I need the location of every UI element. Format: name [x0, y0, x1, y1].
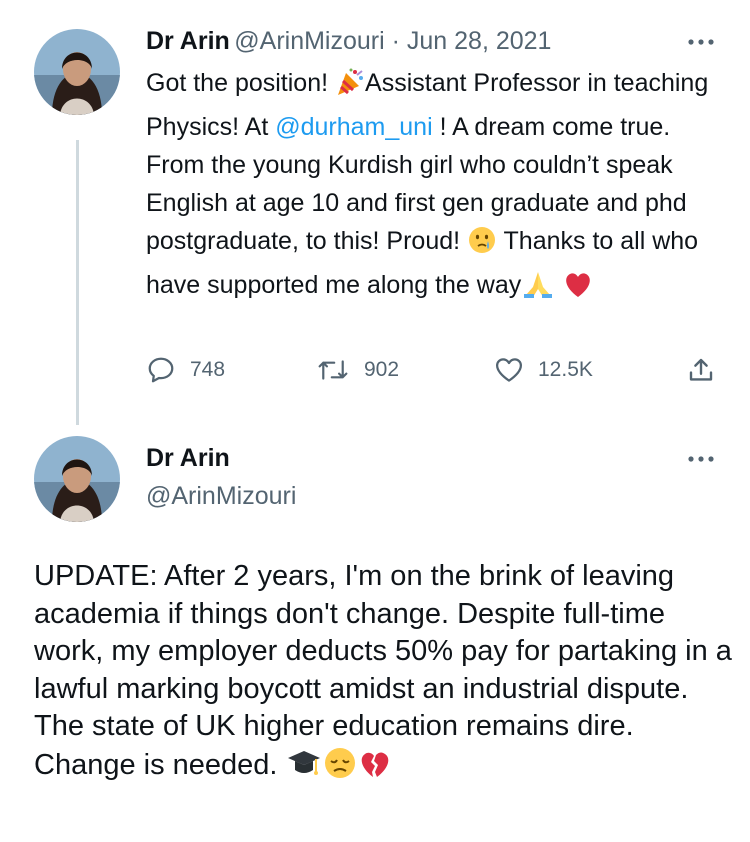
share-button[interactable] — [686, 355, 716, 385]
tweet-date[interactable]: Jun 28, 2021 — [407, 27, 552, 55]
reply-icon — [148, 357, 174, 383]
like-button[interactable]: 12.5K — [494, 355, 593, 385]
like-count: 12.5K — [538, 358, 593, 381]
author-handle[interactable]: @ArinMizouri — [234, 27, 384, 55]
tweet-text: Got the position! Assistant Professor in… — [146, 64, 726, 310]
avatar[interactable] — [34, 29, 120, 115]
share-icon — [689, 358, 713, 381]
heart-icon — [496, 358, 522, 382]
tweet-actions: 748 902 12.5K — [146, 355, 726, 395]
reply-button[interactable]: 748 — [146, 355, 225, 385]
more-options-icon[interactable] — [686, 449, 716, 474]
retweet-button[interactable]: 902 — [316, 355, 399, 385]
avatar-photo — [34, 436, 120, 522]
author-name[interactable]: Dr Arin — [146, 27, 230, 55]
more-options-icon[interactable] — [686, 32, 716, 57]
retweet-count: 902 — [364, 358, 400, 381]
graduation-cap-icon — [286, 746, 322, 791]
disappointed-face-icon — [322, 746, 358, 791]
broken-heart-icon — [358, 748, 392, 791]
author-name[interactable]: Dr Arin — [146, 443, 230, 473]
tweet-text: UPDATE: After 2 years, I'm on the brink … — [34, 558, 734, 790]
retweet-icon — [318, 360, 348, 380]
author-handle[interactable]: @ArinMizouri — [146, 481, 296, 511]
folded-hands-icon — [521, 269, 555, 310]
avatar[interactable] — [34, 436, 120, 522]
tweet-header: Dr Arin @ArinMizouri · Jun 28, 2021 — [146, 26, 551, 60]
tweet-text-part: Got the position! — [146, 69, 336, 97]
party-popper-icon — [335, 67, 365, 108]
header-separator: · — [384, 27, 407, 55]
reply-count: 748 — [190, 358, 226, 381]
crying-face-icon — [467, 225, 497, 266]
red-heart-icon — [562, 269, 594, 310]
thread-line — [76, 140, 79, 425]
avatar-photo — [34, 29, 120, 115]
mention-link[interactable]: @durham_uni — [275, 113, 432, 141]
